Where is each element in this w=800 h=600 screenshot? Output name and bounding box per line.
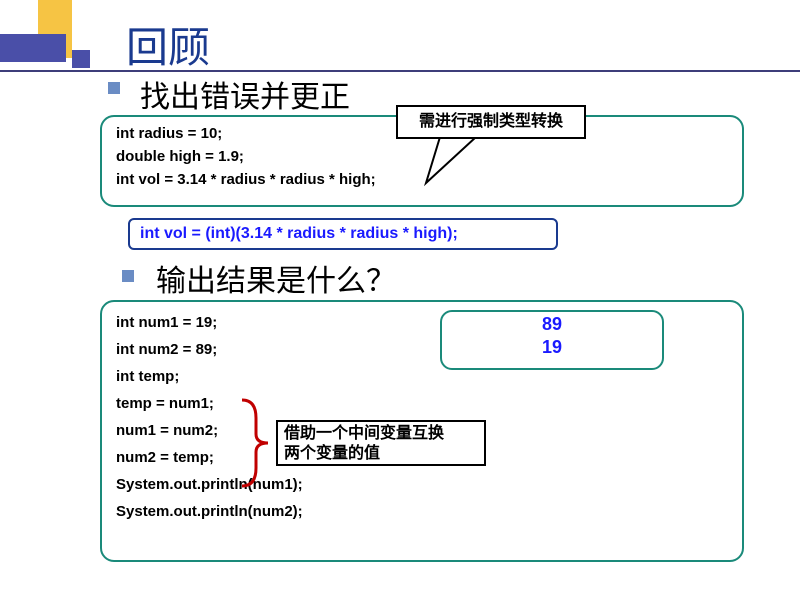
section1-heading: 找出错误并更正: [140, 72, 350, 116]
title-underline: [0, 70, 800, 72]
callout-swap-explanation: 借助一个中间变量互换 两个变量的值: [276, 420, 486, 466]
callout2-line1: 借助一个中间变量互换: [284, 424, 478, 444]
code2-line4: temp = num1;: [116, 395, 742, 412]
code2-line7: System.out.println(num1);: [116, 476, 742, 493]
output-line1: 89: [442, 314, 662, 335]
curly-brace-icon: [238, 398, 272, 488]
output-result-box: 89 19: [440, 310, 664, 370]
callout-type-cast: 需进行强制类型转换: [396, 105, 586, 139]
bullet-square-icon: [108, 82, 120, 94]
code2-line8: System.out.println(num2);: [116, 503, 742, 520]
corrected-code-box: int vol = (int)(3.14 * radius * radius *…: [128, 218, 558, 250]
callout-tail-icon: [420, 137, 480, 191]
section2-heading: 输出结果是什么？: [156, 256, 396, 300]
code2-line3: int temp;: [116, 368, 742, 385]
bullet-square-icon: [122, 270, 134, 282]
callout2-line2: 两个变量的值: [284, 444, 478, 464]
decor-blue-block-large: [0, 34, 66, 62]
decor-blue-block-small: [72, 50, 90, 68]
slide-title: 回顾: [126, 14, 210, 75]
output-line2: 19: [442, 337, 662, 358]
